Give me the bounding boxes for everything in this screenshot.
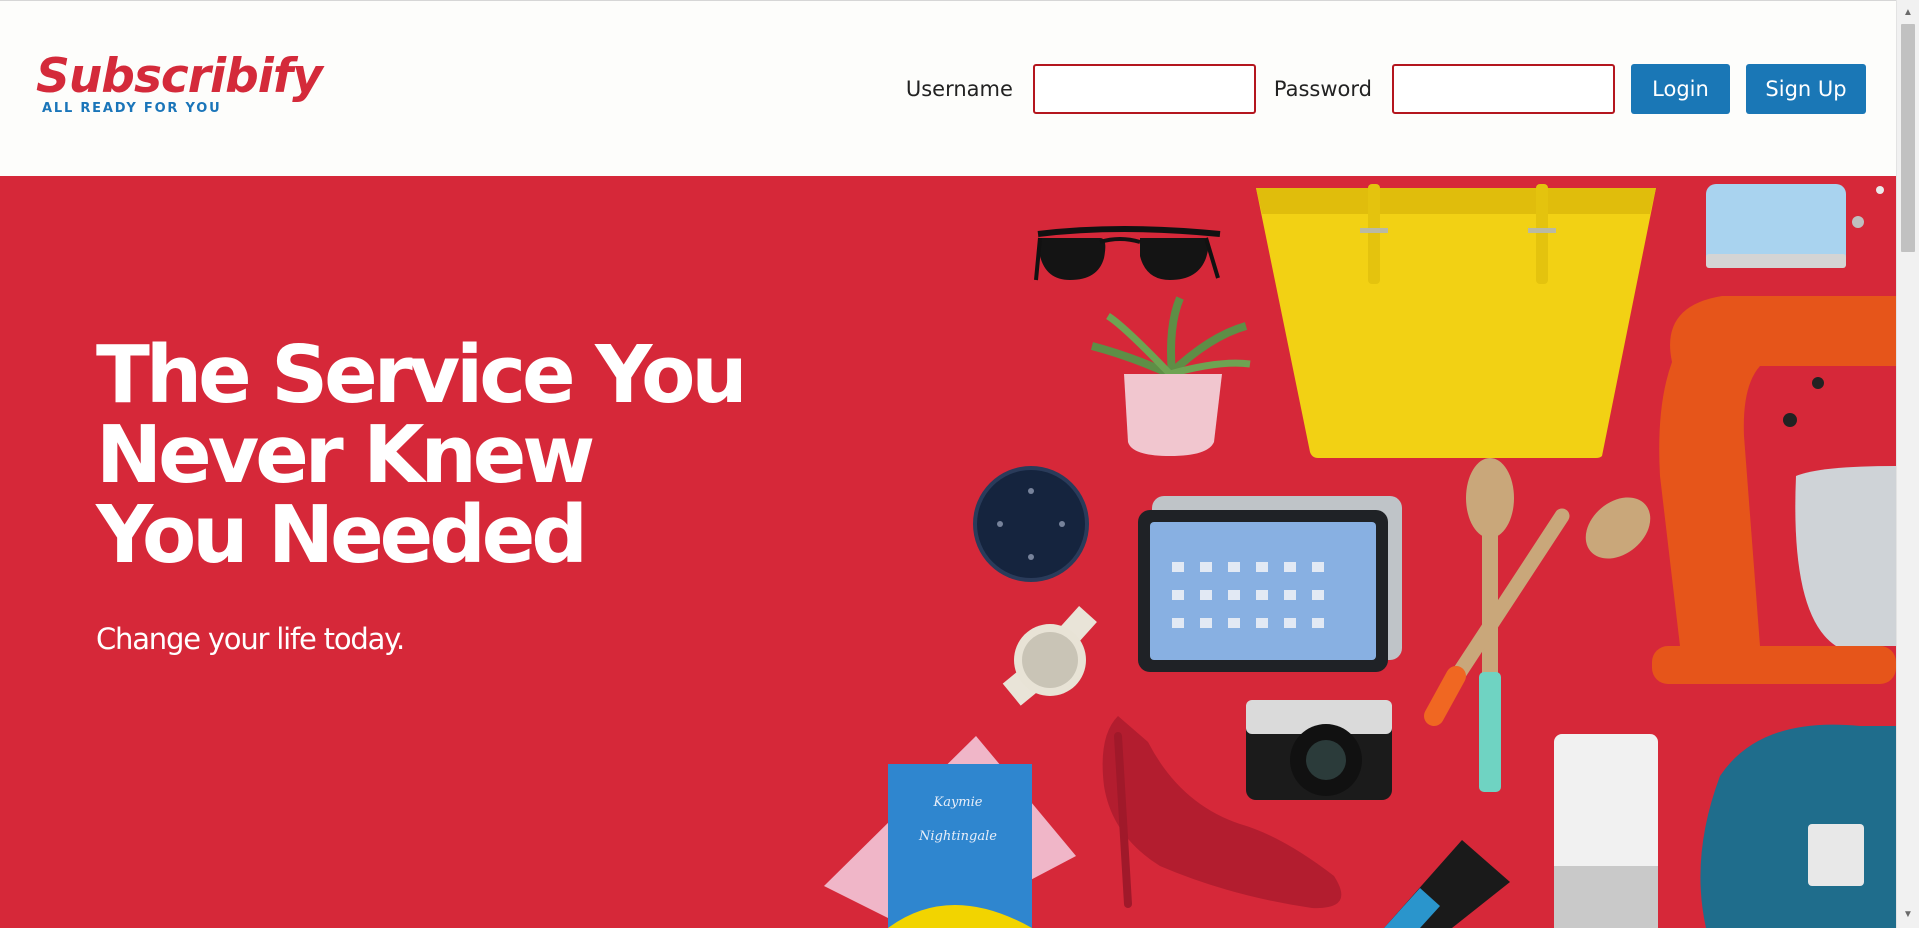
- product-collage: Kaymie Nightingale: [824, 184, 1896, 928]
- potted-plant-image: [1090, 296, 1251, 456]
- toaster-image: [1706, 184, 1884, 268]
- camera-image: [1246, 700, 1392, 800]
- tote-bag-image: [1256, 184, 1656, 458]
- tablet-image: [1138, 496, 1402, 672]
- site-header: Subscribify ALL READY FOR YOU Username P…: [0, 0, 1896, 176]
- password-label: Password: [1273, 77, 1372, 101]
- password-input[interactable]: [1392, 64, 1615, 114]
- username-input[interactable]: [1032, 64, 1256, 114]
- login-form: Username Password Login Sign Up: [906, 64, 1866, 114]
- wristwatch-image: [1002, 605, 1097, 706]
- username-label: Username: [905, 77, 1013, 101]
- book-image: Kaymie Nightingale: [824, 736, 1076, 928]
- logo-wordmark: Subscribify: [36, 49, 323, 104]
- book-title-line: Nightingale: [918, 829, 997, 844]
- triangle-down-icon[interactable]: ▼: [1897, 906, 1919, 924]
- wooden-fork-image: [1424, 497, 1651, 726]
- logo[interactable]: Subscribify ALL READY FOR YOU: [36, 49, 323, 116]
- smart-speaker-image: [973, 466, 1089, 582]
- shaver-image: [1384, 840, 1510, 928]
- book-title-line: Kaymie: [933, 795, 983, 810]
- login-button[interactable]: Login: [1631, 64, 1730, 114]
- sign-up-button[interactable]: Sign Up: [1746, 64, 1866, 114]
- white-speaker-image: [1554, 734, 1658, 928]
- sunglasses-image: [1034, 226, 1221, 281]
- scrollbar-thumb[interactable]: [1901, 24, 1915, 252]
- guitar-image: [1700, 724, 1896, 928]
- hero-banner: The Service You Never Knew You Needed Ch…: [0, 176, 1896, 928]
- page-scrollbar[interactable]: ▲ ▼: [1896, 0, 1919, 928]
- triangle-up-icon[interactable]: ▲: [1897, 4, 1919, 22]
- stand-mixer-image: [1652, 296, 1896, 684]
